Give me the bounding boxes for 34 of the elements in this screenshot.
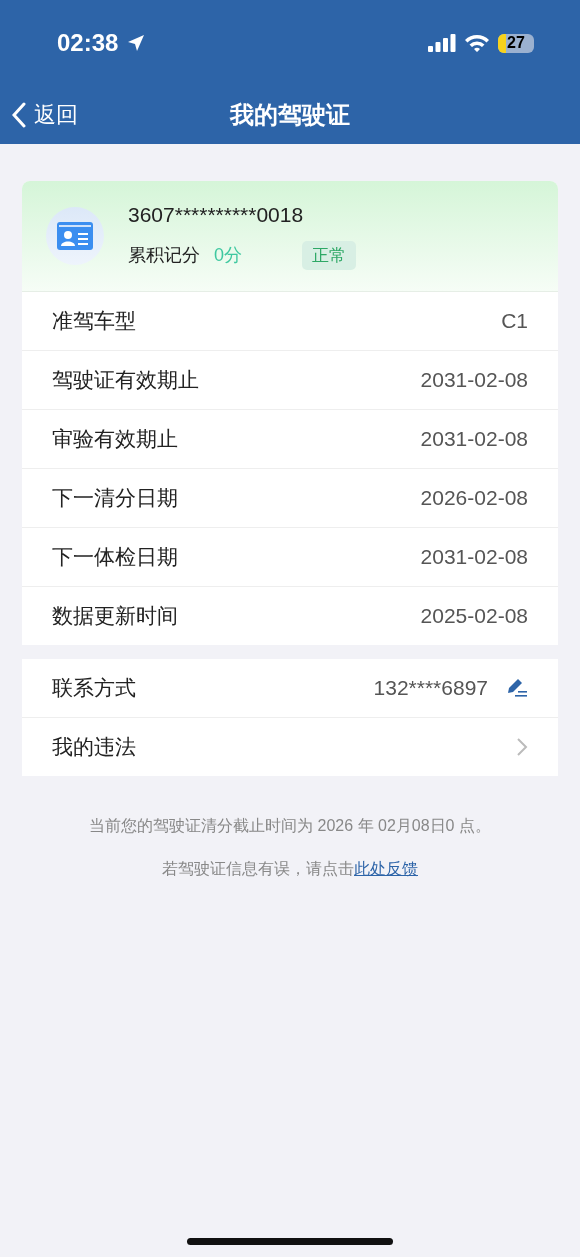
phone-value: 132****6897	[373, 676, 488, 700]
list-item[interactable]: 我的违法	[22, 718, 558, 776]
detail-label: 下一清分日期	[52, 485, 178, 511]
detail-value: 2026-02-08	[420, 486, 528, 510]
detail-value: C1	[501, 309, 528, 333]
wifi-icon	[464, 33, 490, 53]
detail-label: 准驾车型	[52, 308, 136, 334]
chevron-right-icon	[516, 737, 528, 757]
signal-icon	[428, 34, 456, 52]
license-number: 3607**********0018	[128, 202, 305, 227]
chevron-left-icon	[12, 102, 26, 128]
detail-value: 2031-02-08	[420, 368, 528, 392]
item-label: 我的违法	[52, 734, 136, 760]
detail-label: 驾驶证有效期止	[52, 367, 199, 393]
item-label: 联系方式	[52, 675, 136, 701]
points-value: 0分	[214, 244, 242, 267]
detail-value: 2031-02-08	[420, 545, 528, 569]
detail-label: 审验有效期止	[52, 426, 178, 452]
status-tag: 正常	[302, 240, 356, 270]
feedback-link[interactable]: 此处反馈	[354, 860, 418, 877]
back-button[interactable]: 返回	[12, 100, 78, 130]
detail-value: 2031-02-08	[420, 427, 528, 451]
location-icon	[126, 33, 147, 53]
page-title: 我的驾驶证	[230, 100, 350, 130]
status-time: 02:38	[57, 29, 119, 57]
feedback-note: 若驾驶证信息有误，请点击此处反馈	[162, 859, 418, 879]
detail-value: 2025-02-08	[420, 604, 528, 628]
deadline-note: 当前您的驾驶证清分截止时间为 2026 年 02月08日0 点。	[89, 816, 491, 836]
detail-label: 下一体检日期	[52, 544, 178, 570]
detail-label: 数据更新时间	[52, 603, 178, 629]
battery-icon: 27	[498, 33, 534, 53]
edit-icon[interactable]	[506, 678, 528, 698]
list-item[interactable]: 联系方式 132****6897	[22, 659, 558, 718]
points-label: 累积记分	[128, 244, 200, 267]
